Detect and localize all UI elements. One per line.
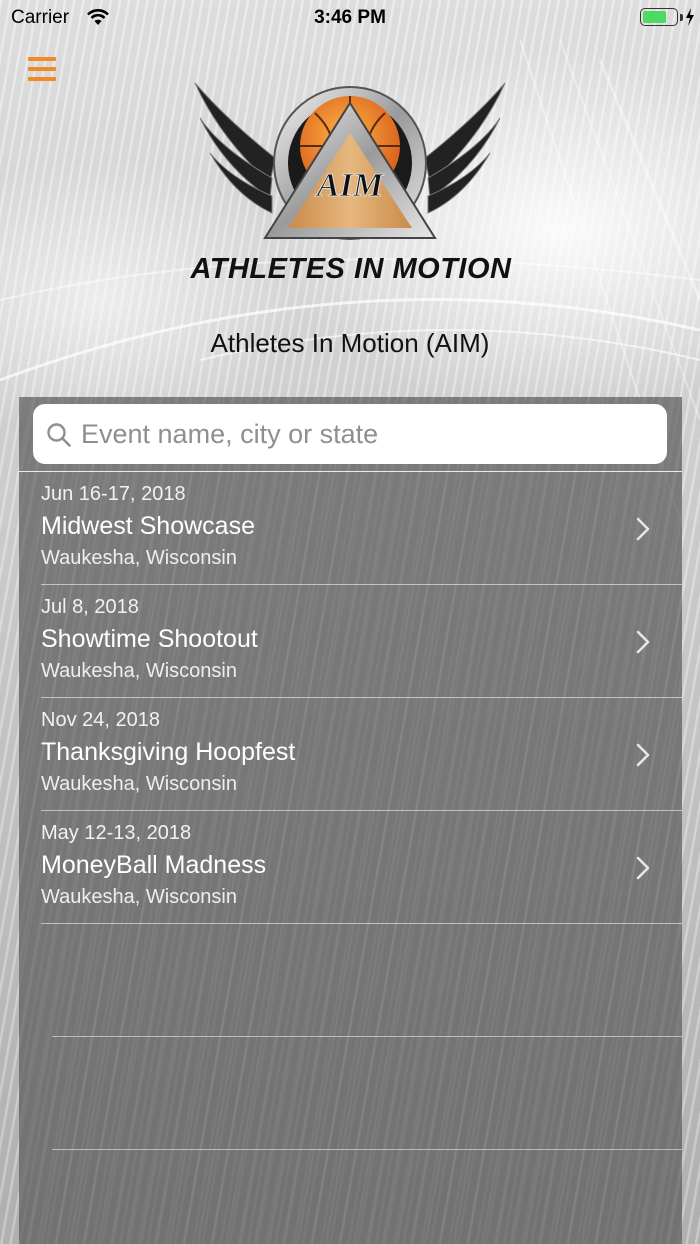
status-time: 3:46 PM xyxy=(314,7,386,28)
events-panel: Jun 16-17, 2018 Midwest Showcase Waukesh… xyxy=(19,397,682,1244)
event-list: Jun 16-17, 2018 Midwest Showcase Waukesh… xyxy=(19,472,682,1150)
empty-row xyxy=(19,924,682,1037)
event-date: May 12-13, 2018 xyxy=(41,822,192,844)
menu-bar-middle xyxy=(28,67,56,71)
hamburger-menu-icon[interactable] xyxy=(28,57,56,81)
battery-cap xyxy=(680,14,683,21)
chevron-right-icon xyxy=(636,743,650,767)
logo-badge-text: AIM xyxy=(315,167,385,204)
event-location: Waukesha, Wisconsin xyxy=(41,547,237,569)
row-divider xyxy=(52,1149,682,1150)
event-name: Midwest Showcase xyxy=(41,512,255,540)
event-date: Nov 24, 2018 xyxy=(41,709,160,731)
logo-wordmark: ATHLETES IN MOTION xyxy=(189,253,512,285)
event-location: Waukesha, Wisconsin xyxy=(41,660,237,682)
battery-icon xyxy=(640,8,678,26)
event-row[interactable]: May 12-13, 2018 MoneyBall Madness Waukes… xyxy=(19,811,682,924)
event-name: Thanksgiving Hoopfest xyxy=(41,738,296,766)
page-title: Athletes In Motion (AIM) xyxy=(210,328,490,358)
event-location: Waukesha, Wisconsin xyxy=(41,886,237,908)
search-icon xyxy=(47,423,71,447)
event-name: MoneyBall Madness xyxy=(41,851,267,879)
chevron-right-icon xyxy=(636,517,650,541)
status-bar: Carrier 3:46 PM xyxy=(0,0,700,36)
search-input[interactable] xyxy=(81,404,651,464)
event-row[interactable]: Jul 8, 2018 Showtime Shootout Waukesha, … xyxy=(19,585,682,698)
empty-row xyxy=(19,1037,682,1150)
charging-bolt-icon xyxy=(686,8,694,26)
event-row[interactable]: Jun 16-17, 2018 Midwest Showcase Waukesh… xyxy=(19,472,682,585)
chevron-right-icon xyxy=(636,630,650,654)
event-date: Jul 8, 2018 xyxy=(41,596,139,618)
menu-bar-bottom xyxy=(28,77,56,81)
menu-bar-top xyxy=(28,57,56,61)
event-row[interactable]: Nov 24, 2018 Thanksgiving Hoopfest Wauke… xyxy=(19,698,682,811)
event-date: Jun 16-17, 2018 xyxy=(41,483,186,505)
event-location: Waukesha, Wisconsin xyxy=(41,773,237,795)
battery-level xyxy=(643,11,666,23)
event-name: Showtime Shootout xyxy=(41,625,258,653)
search-bar[interactable] xyxy=(33,404,667,464)
logo-wordmark-text: ATHLETES IN MOTION xyxy=(189,253,512,285)
chevron-right-icon xyxy=(636,856,650,880)
